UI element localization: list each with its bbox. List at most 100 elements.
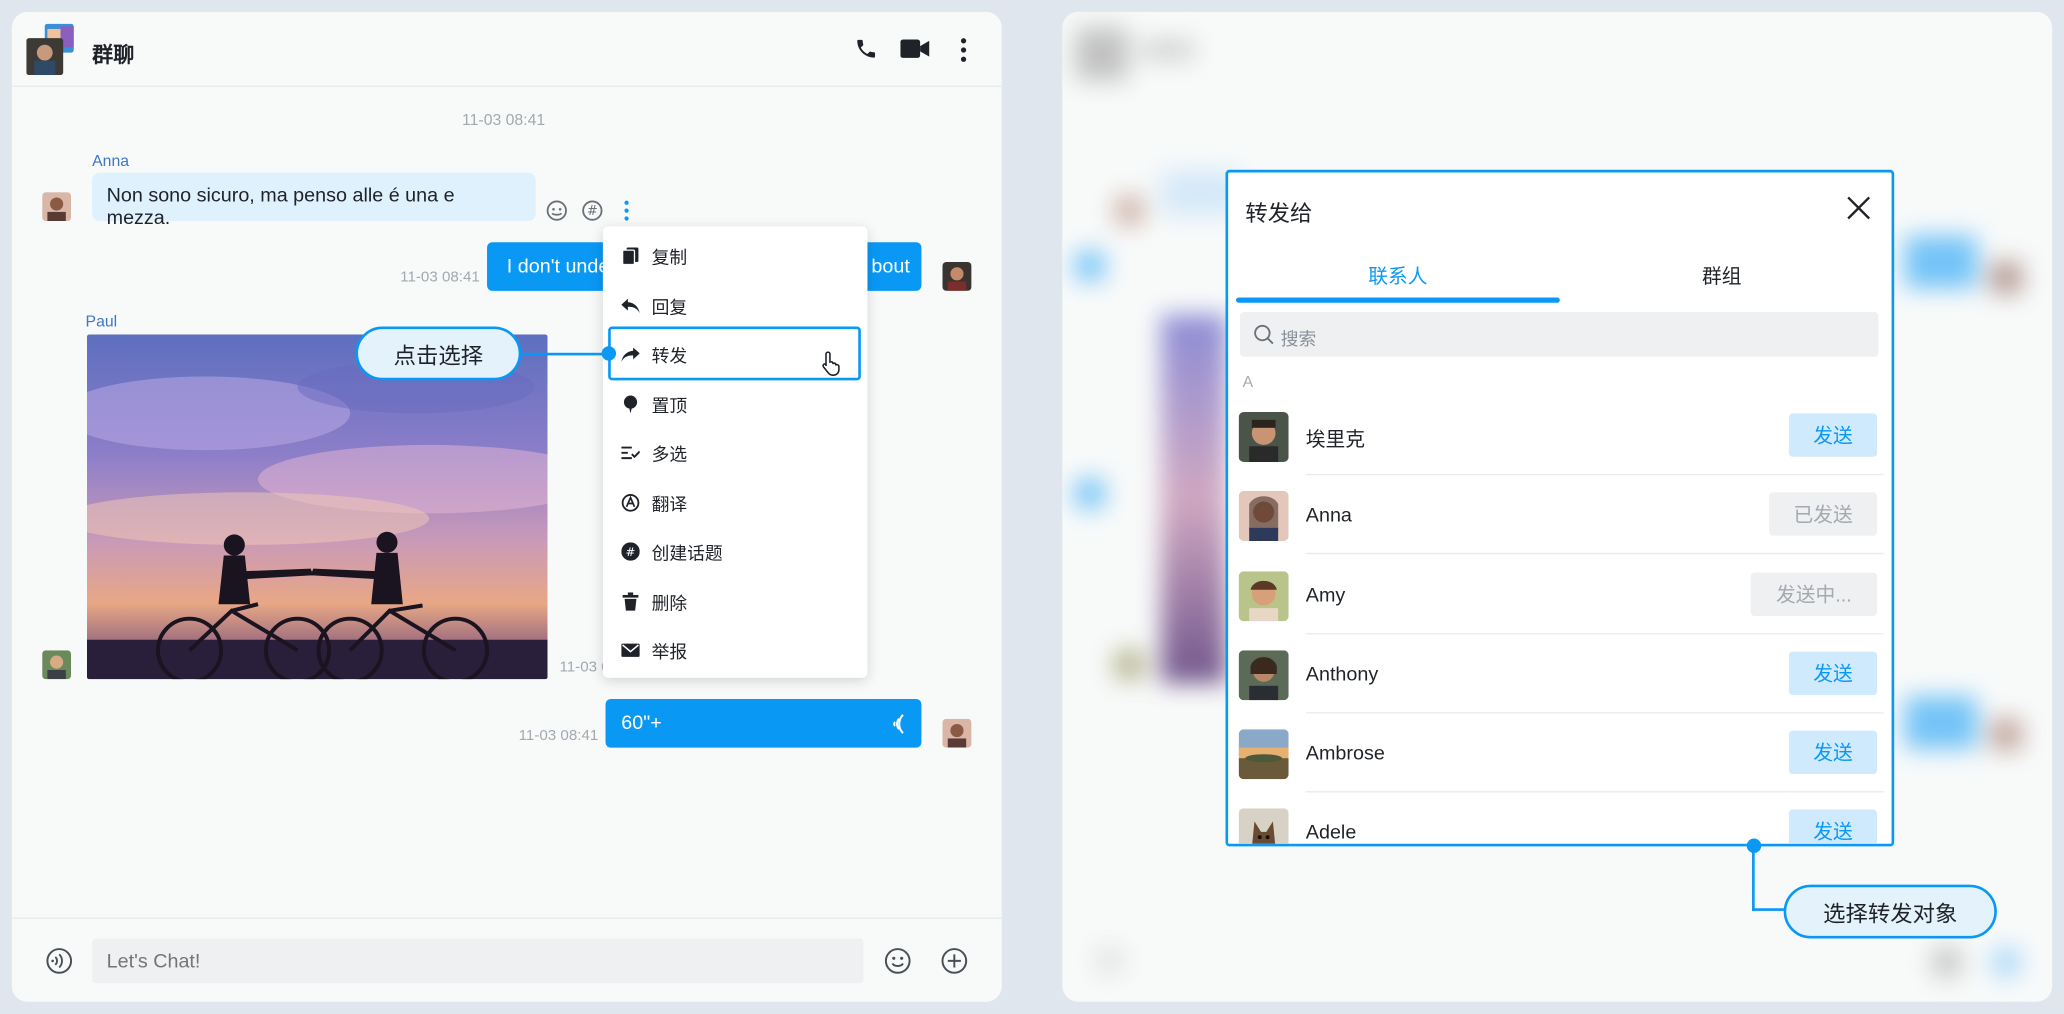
- menu-item-label: 删除: [651, 593, 688, 613]
- menu-item-label: 多选: [651, 444, 688, 465]
- message-time: 11-03 08:41: [518, 727, 599, 744]
- row-divider: [1305, 552, 1884, 555]
- contact-row[interactable]: Amy 发送中...: [1238, 555, 1884, 635]
- callout-dot: [601, 346, 617, 361]
- callout-connector: [1752, 908, 1785, 911]
- contact-avatar: [1238, 808, 1289, 844]
- menu-item-copy[interactable]: 复制: [603, 230, 868, 279]
- voice-input-icon[interactable]: [45, 946, 74, 975]
- menu-item-create-topic[interactable]: # 创建话题: [603, 527, 868, 576]
- contact-name: Amy: [1305, 584, 1346, 607]
- menu-item-pin[interactable]: 置顶: [603, 379, 868, 428]
- callout-connector: [521, 352, 609, 356]
- avatar[interactable]: [42, 192, 72, 222]
- menu-item-translate[interactable]: 翻译: [603, 478, 868, 527]
- tab-underline: [1236, 297, 1560, 303]
- message-text: I don't unde: [506, 255, 610, 278]
- contact-avatar: [1238, 490, 1289, 542]
- menu-item-delete[interactable]: 删除: [603, 577, 868, 626]
- contact-name: 埃里克: [1305, 429, 1366, 452]
- phone-icon[interactable]: [854, 37, 878, 61]
- send-button[interactable]: 发送: [1788, 413, 1878, 457]
- hand-cursor-icon: [821, 350, 842, 376]
- avatar[interactable]: [42, 650, 72, 680]
- video-call-icon[interactable]: [900, 37, 930, 61]
- reaction-icon[interactable]: [545, 199, 569, 223]
- context-menu: 复制 回复 转发 置顶 多选 翻译 # 创建话题 删除 举报: [602, 226, 868, 678]
- copy-icon: [621, 245, 639, 264]
- pin-icon: [621, 394, 639, 413]
- send-button[interactable]: 发送: [1788, 730, 1878, 775]
- emoji-icon[interactable]: [883, 946, 912, 975]
- contact-row[interactable]: Adele 发送: [1238, 792, 1884, 844]
- reply-icon: [621, 296, 640, 314]
- sender-name: Paul: [85, 311, 118, 331]
- more-options-icon[interactable]: [623, 199, 631, 223]
- menu-item-label: 翻译: [651, 494, 688, 515]
- group-avatar[interactable]: [26, 23, 79, 77]
- menu-item-label: 回复: [651, 296, 688, 317]
- contact-row[interactable]: Anna 已发送: [1238, 475, 1884, 555]
- tab-contacts[interactable]: 联系人: [1236, 245, 1560, 303]
- mail-icon: [621, 640, 640, 658]
- topic-icon: #: [621, 541, 640, 561]
- trash-icon: [621, 591, 639, 611]
- contact-row[interactable]: Ambrose 发送: [1238, 713, 1884, 793]
- message-text: bout: [871, 255, 910, 278]
- avatar[interactable]: [942, 718, 972, 748]
- svg-text:#: #: [626, 544, 636, 558]
- search-placeholder: 搜索: [1280, 329, 1317, 349]
- callout-connector: [1752, 845, 1755, 911]
- timestamp-divider: 11-03 08:41: [462, 110, 546, 130]
- tab-label: 群组: [1701, 265, 1742, 289]
- message-time: 11-03 08:41: [400, 269, 480, 286]
- message-input[interactable]: [92, 938, 864, 984]
- chat-title: 群聊: [92, 44, 135, 68]
- menu-item-label: 创建话题: [651, 542, 723, 563]
- contact-name: Ambrose: [1305, 742, 1385, 765]
- menu-item-label: 置顶: [651, 395, 688, 416]
- message-bubble[interactable]: Non sono sicuro, ma penso alle é una e m…: [92, 172, 536, 229]
- send-button[interactable]: 发送: [1788, 809, 1878, 844]
- multi-select-icon: [621, 443, 640, 461]
- more-vertical-icon[interactable]: [958, 37, 969, 63]
- translate-icon: [621, 493, 640, 511]
- search-field[interactable]: 搜索: [1239, 311, 1879, 357]
- contact-name: Anthony: [1305, 663, 1379, 686]
- search-icon: [1253, 324, 1274, 345]
- sender-name: Anna: [92, 151, 130, 170]
- menu-item-label: 举报: [651, 641, 688, 662]
- svg-text:#: #: [587, 204, 598, 219]
- forward-dialog: 转发给 联系人 群组 搜索 A 埃里克 发送 Anna 已发送 Amy 发送中.…: [1225, 169, 1895, 847]
- contact-name: Adele: [1305, 821, 1357, 844]
- menu-item-reply[interactable]: 回复: [603, 280, 868, 329]
- tab-groups[interactable]: 群组: [1560, 245, 1884, 303]
- contact-row[interactable]: Anthony 发送: [1238, 634, 1884, 714]
- image-message[interactable]: [86, 334, 548, 680]
- tab-label: 联系人: [1368, 265, 1428, 289]
- avatar[interactable]: [942, 261, 972, 291]
- contact-avatar: [1238, 571, 1289, 622]
- contact-avatar: [1238, 729, 1289, 780]
- add-icon[interactable]: [940, 946, 969, 975]
- section-letter: A: [1242, 372, 1254, 391]
- contact-avatar: [1238, 650, 1289, 701]
- contact-name: Anna: [1305, 504, 1352, 527]
- input-bar: [11, 917, 1002, 1002]
- voice-wave-icon: [887, 712, 908, 736]
- annotation-callout: 选择转发对象: [1783, 884, 1997, 939]
- contact-avatar: [1238, 412, 1289, 463]
- voice-message-bubble[interactable]: 60"+: [605, 698, 922, 748]
- menu-item-multi-select[interactable]: 多选: [603, 428, 868, 477]
- menu-item-report[interactable]: 举报: [603, 625, 868, 674]
- sending-button: 发送中...: [1750, 572, 1878, 617]
- send-button[interactable]: 发送: [1788, 651, 1878, 696]
- thread-icon[interactable]: #: [581, 199, 605, 223]
- contact-row[interactable]: 埃里克 发送: [1238, 396, 1884, 476]
- sent-button: 已发送: [1769, 492, 1878, 536]
- dialog-title: 转发给: [1245, 201, 1313, 227]
- close-icon[interactable]: [1844, 194, 1873, 223]
- chat-header: 群聊: [11, 12, 1002, 87]
- voice-duration: 60"+: [621, 712, 662, 735]
- annotation-callout: 点击选择: [355, 326, 522, 381]
